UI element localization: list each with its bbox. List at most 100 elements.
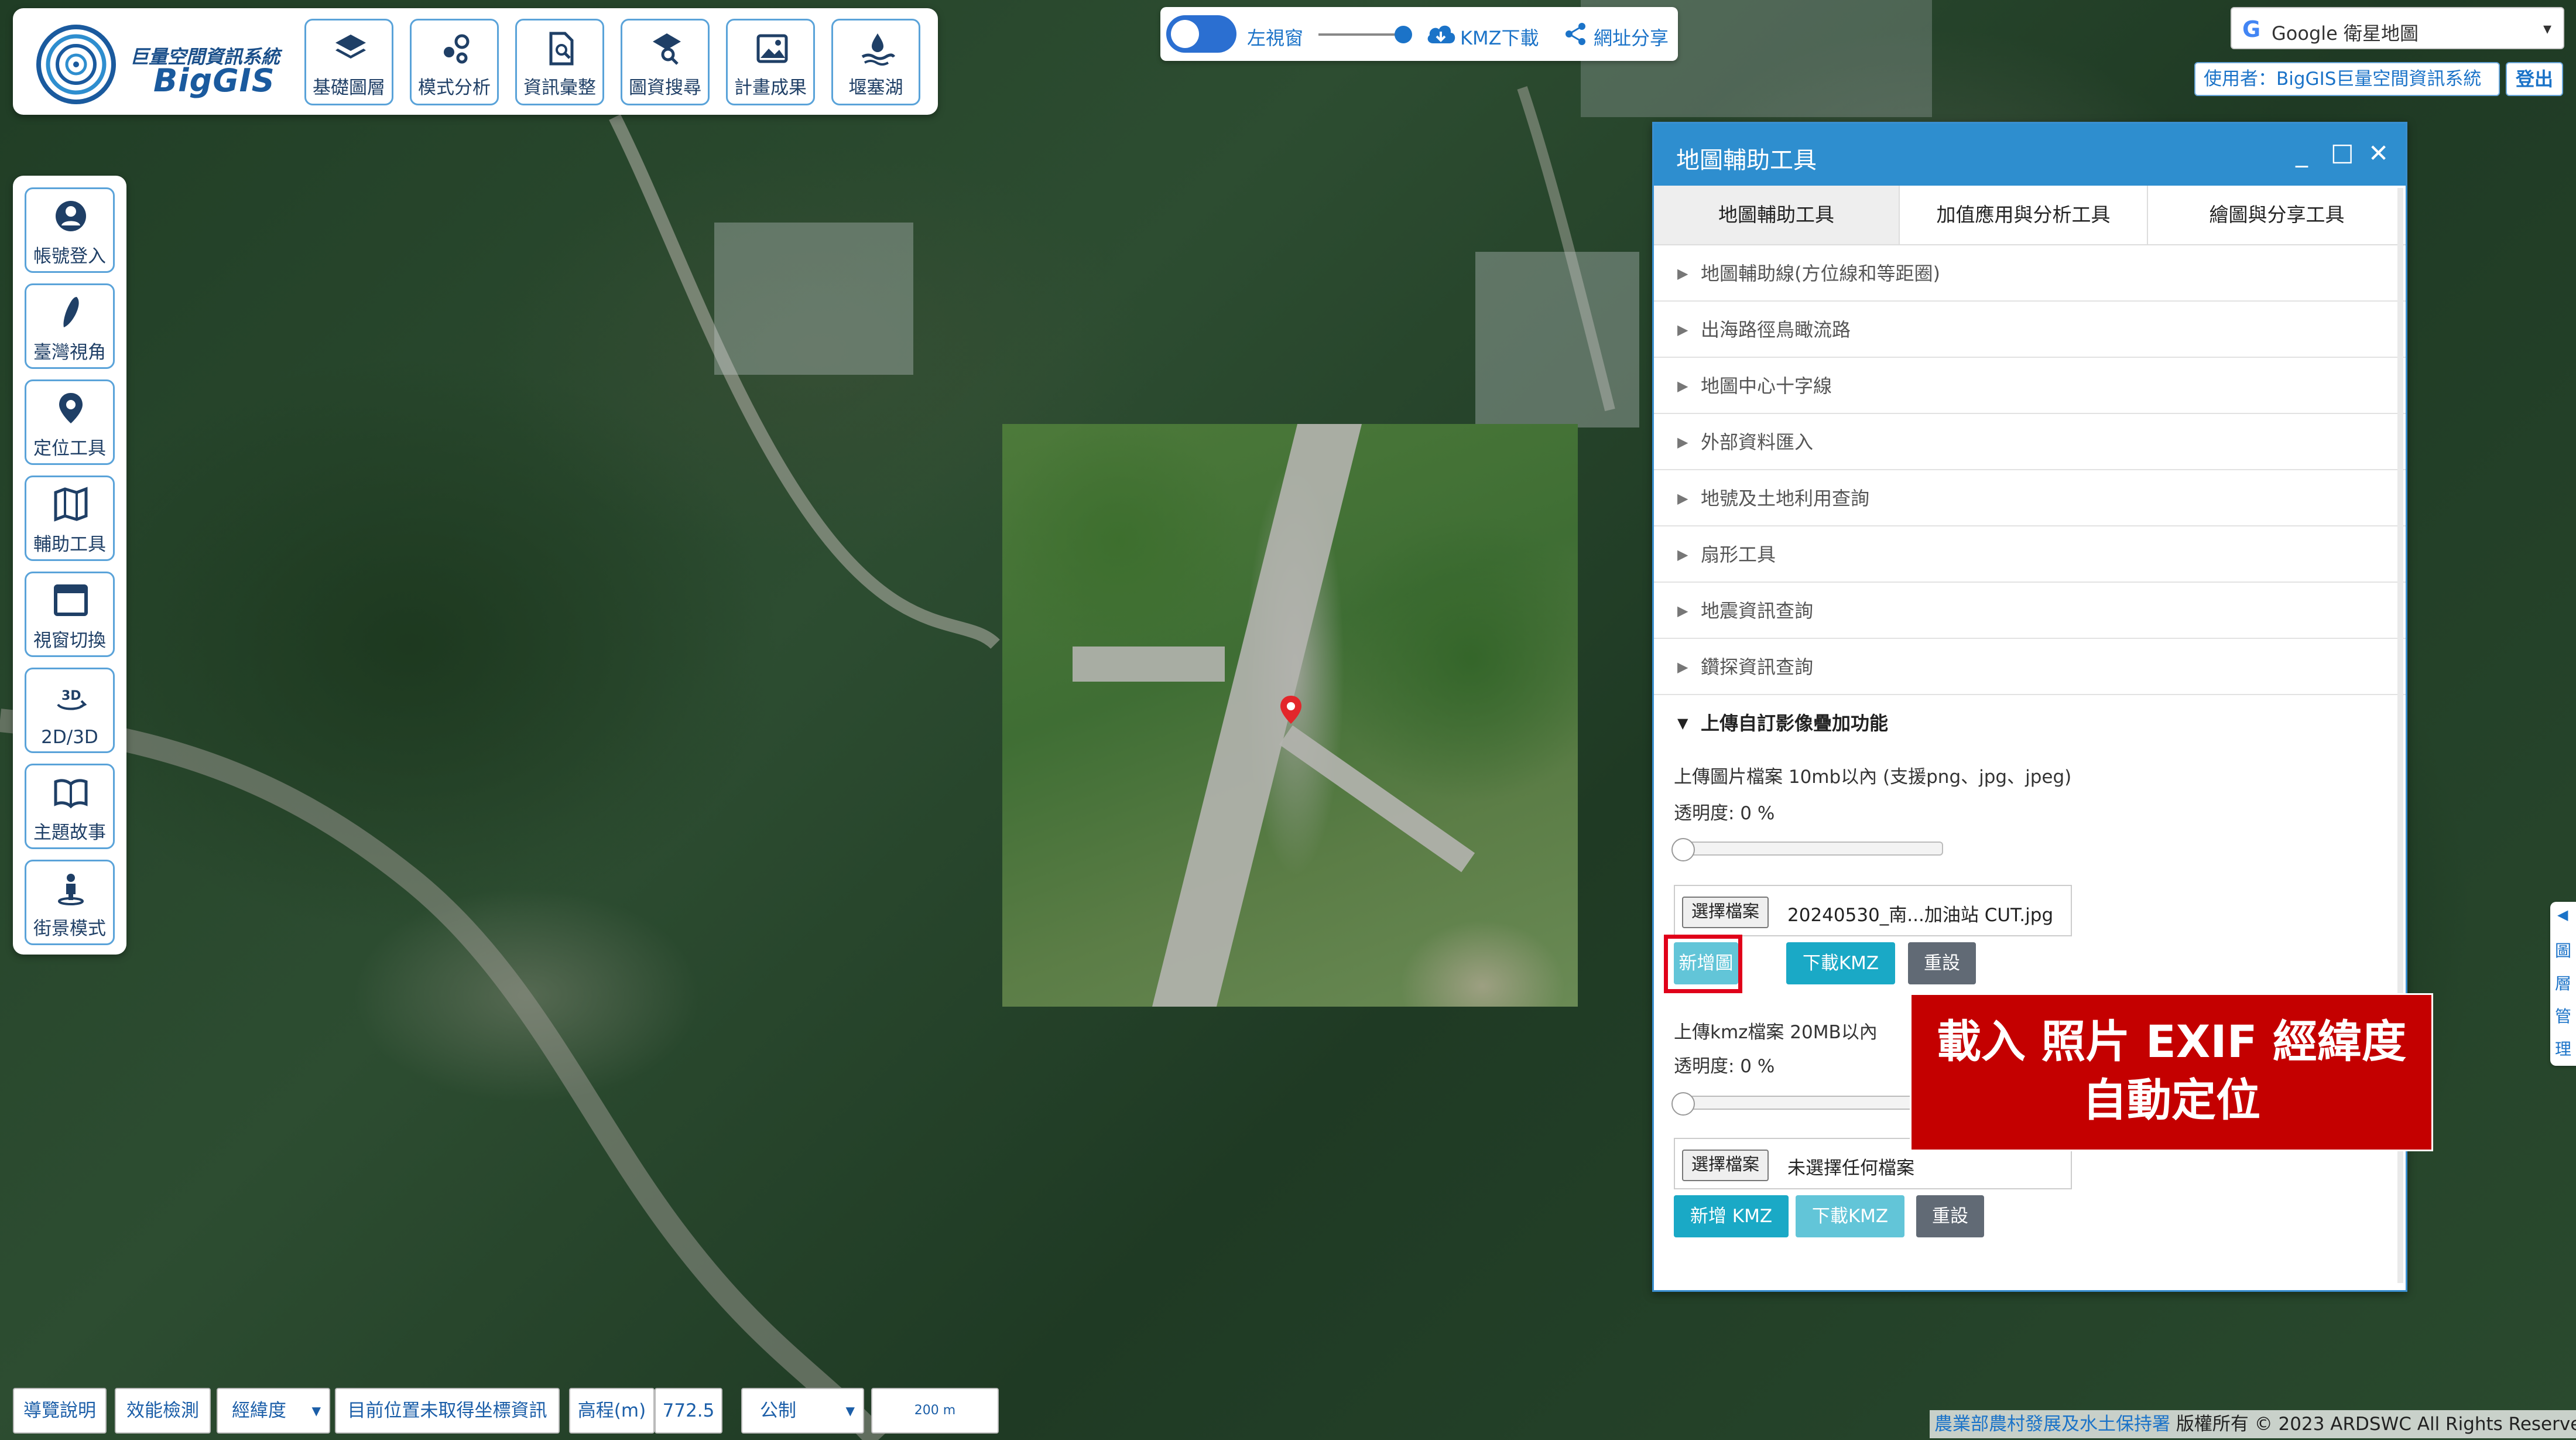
sidebar-item-label: 2D/3D	[41, 727, 98, 748]
section-earthquake[interactable]: ▶ 地震資訊查詢	[1654, 583, 2406, 639]
sidebar-item-2d3d[interactable]: 3D 2D/3D	[25, 668, 115, 753]
coord-format-select[interactable]: 經緯度 ▾	[217, 1388, 330, 1434]
add-kmz-button[interactable]: 新增 KMZ	[1674, 1195, 1789, 1237]
main-toolbar: 巨量空間資訊系統 BigGIS 基礎圖層 模式分析 資訊彙整 圖資搜尋 計畫成果…	[13, 8, 938, 115]
google-icon: G	[2242, 16, 2261, 42]
download-kmz-button[interactable]: 下載KMZ	[1786, 942, 1895, 984]
chevron-down-icon: ▾	[311, 1400, 321, 1421]
image-file-input[interactable]: 選擇檔案 20240530_南...加油站 CUT.jpg	[1674, 885, 2072, 936]
tab-value-added-analysis[interactable]: 加值應用與分析工具	[1900, 186, 2148, 244]
toolbar-label: 計畫成果	[734, 77, 807, 98]
toolbar-label: 圖資搜尋	[629, 77, 701, 98]
sidebar-item-label: 定位工具	[33, 438, 106, 459]
download-kmz-button-2[interactable]: 下載KMZ	[1796, 1195, 1904, 1237]
layers-icon	[335, 35, 366, 59]
elevation-label: 高程(m)	[569, 1388, 655, 1434]
sidebar-item-label: 主題故事	[33, 822, 106, 843]
map-tool-icon	[54, 487, 88, 522]
location-pin-icon	[59, 393, 83, 423]
section-image-overlay[interactable]: ▼ 上傳自訂影像疊加功能	[1654, 695, 2406, 751]
image-icon	[756, 34, 788, 63]
section-crosshair[interactable]: ▶ 地圖中心十字線	[1654, 358, 2406, 414]
left-window-label: 左視窗	[1247, 27, 1304, 49]
toolbar-project-results-button[interactable]: 計畫成果	[726, 19, 815, 105]
toolbar-label: 基礎圖層	[313, 77, 385, 98]
tab-map-aux-tools[interactable]: 地圖輔助工具	[1654, 186, 1900, 244]
chevron-down-icon: ▾	[845, 1400, 855, 1421]
taiwan-icon	[63, 297, 79, 327]
kmz-download-button[interactable]: KMZ下載	[1460, 23, 1539, 50]
user-icon	[56, 201, 86, 231]
sidebar-item-aux-tools[interactable]: 輔助工具	[25, 476, 115, 561]
section-aux-lines[interactable]: ▶ 地圖輔助線(方位線和等距圈)	[1654, 245, 2406, 302]
slider-knob[interactable]	[1395, 26, 1412, 43]
book-icon	[54, 779, 88, 809]
toolbar-base-layers-button[interactable]: 基礎圖層	[304, 19, 393, 105]
sidebar-item-theme-story[interactable]: 主題故事	[25, 764, 115, 849]
slider-knob[interactable]	[1671, 1092, 1695, 1116]
toolbar-map-search-button[interactable]: 圖資搜尋	[621, 19, 710, 105]
layer-manager-tab[interactable]: ◀ 圖 層 管 理	[2550, 902, 2576, 1066]
section-sea-path[interactable]: ▶ 出海路徑鳥瞰流路	[1654, 302, 2406, 358]
chevron-down-icon: ▾	[2543, 19, 2551, 38]
section-external-import[interactable]: ▶ 外部資料匯入	[1654, 414, 2406, 470]
basemap-select[interactable]: G Google 衛星地圖 ▾	[2231, 7, 2564, 49]
chevron-right-icon: ▶	[1677, 490, 1688, 507]
toolbar-label: 堰塞湖	[848, 77, 903, 98]
panel-header[interactable]: 地圖輔助工具 _ □ ✕	[1654, 124, 2406, 186]
3d-rotate-icon: 3D	[57, 689, 87, 710]
logout-button[interactable]: 登出	[2506, 62, 2563, 96]
choose-file-button[interactable]: 選擇檔案	[1682, 1150, 1769, 1181]
biggis-logo[interactable]: 巨量空間資訊系統 BigGIS	[29, 19, 299, 107]
window-icon	[54, 584, 88, 616]
toolbar-info-summary-button[interactable]: 資訊彙整	[515, 19, 604, 105]
kmz-upload-hint: 上傳kmz檔案 20MB以內	[1674, 1022, 1878, 1043]
minimize-icon[interactable]: _	[2296, 139, 2308, 167]
panel-tabs: 地圖輔助工具 加值應用與分析工具 繪圖與分享工具	[1654, 186, 2406, 245]
kmz-opacity-slider[interactable]	[1671, 1092, 1943, 1116]
sidebar-item-label: 輔助工具	[33, 534, 106, 555]
copyright-org-link[interactable]: 農業部農村發展及水土保持署	[1934, 1414, 2170, 1435]
section-land-query[interactable]: ▶ 地號及土地利用查詢	[1654, 470, 2406, 526]
toolbar-landslide-lake-button[interactable]: 堰塞湖	[831, 19, 920, 105]
logo-name: BigGIS	[153, 62, 275, 99]
location-pin-icon[interactable]	[1279, 695, 1303, 725]
sidebar-item-locate[interactable]: 定位工具	[25, 379, 115, 465]
user-label: 使用者：BigGIS巨量空間資訊系統	[2194, 62, 2500, 96]
image-file-name: 20240530_南...加油站 CUT.jpg	[1787, 905, 2054, 926]
sidebar-item-label: 街景模式	[33, 918, 106, 939]
toolbar-model-analysis-button[interactable]: 模式分析	[410, 19, 499, 105]
sidebar-item-window-switch[interactable]: 視窗切換	[25, 572, 115, 657]
unit-select[interactable]: 公制 ▾	[741, 1388, 864, 1434]
sidebar-item-street-view[interactable]: 街景模式	[25, 860, 115, 945]
kmz-opacity-label: 透明度: 0 %	[1674, 1056, 1775, 1077]
reset-kmz-button[interactable]: 重設	[1916, 1195, 1984, 1237]
chevron-right-icon: ▶	[1677, 321, 1688, 338]
choose-file-button[interactable]: 選擇檔案	[1682, 897, 1769, 928]
chevron-right-icon: ▶	[1677, 434, 1688, 450]
section-drilling[interactable]: ▶ 鑽探資訊查詢	[1654, 639, 2406, 695]
left-window-toggle[interactable]	[1166, 15, 1236, 53]
sidebar-item-taiwan-view[interactable]: 臺灣視角	[25, 283, 115, 369]
reset-image-button[interactable]: 重設	[1908, 942, 1976, 984]
guide-button[interactable]: 導覽說明	[13, 1388, 107, 1434]
analysis-icon	[444, 34, 470, 64]
slider-knob[interactable]	[1671, 838, 1695, 861]
close-icon[interactable]: ✕	[2368, 139, 2389, 167]
document-search-icon	[549, 32, 574, 66]
sidebar-item-login[interactable]: 帳號登入	[25, 187, 115, 273]
cloud-download-icon	[1427, 25, 1455, 43]
chevron-right-icon: ▶	[1677, 265, 1688, 282]
window-split-slider[interactable]	[1318, 33, 1405, 36]
maximize-icon[interactable]: □	[2331, 138, 2354, 166]
sidebar-item-label: 帳號登入	[33, 246, 106, 267]
performance-button[interactable]: 效能檢測	[115, 1388, 211, 1434]
url-share-button[interactable]: 網址分享	[1594, 23, 1669, 50]
toolbar-label: 模式分析	[418, 77, 491, 98]
image-opacity-slider[interactable]	[1671, 838, 1943, 861]
chevron-left-icon: ◀	[2557, 907, 2568, 923]
annotation-line-2: 自動定位	[2082, 1074, 2260, 1126]
section-sector-tool[interactable]: ▶ 扇形工具	[1654, 526, 2406, 583]
tab-drawing-sharing[interactable]: 繪圖與分享工具	[2148, 186, 2406, 244]
sidebar-item-label: 視窗切換	[33, 630, 106, 651]
